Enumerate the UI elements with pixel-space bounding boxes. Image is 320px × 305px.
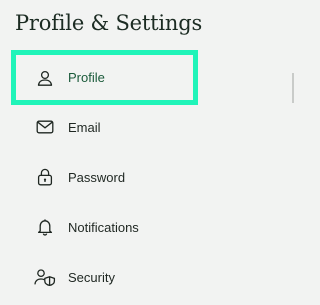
user-icon (34, 67, 56, 89)
nav-item-password[interactable]: Password (16, 155, 192, 199)
nav-label-profile: Profile (68, 70, 105, 85)
settings-nav: Profile Email Password Notifications Sec… (0, 0, 294, 305)
lock-icon (34, 166, 56, 188)
envelope-icon (34, 116, 56, 138)
nav-label-notifications: Notifications (68, 219, 139, 235)
nav-label-password: Password (68, 169, 126, 185)
nav-item-email[interactable]: Email (16, 105, 192, 149)
nav-item-profile[interactable]: Profile (11, 50, 198, 105)
user-shield-icon (34, 266, 56, 288)
nav-item-notifications[interactable]: Notifications (16, 205, 192, 249)
bell-icon (34, 216, 56, 238)
nav-label-security: Security (68, 269, 115, 285)
nav-item-security[interactable]: Security (16, 255, 192, 299)
nav-label-email: Email (68, 119, 101, 135)
